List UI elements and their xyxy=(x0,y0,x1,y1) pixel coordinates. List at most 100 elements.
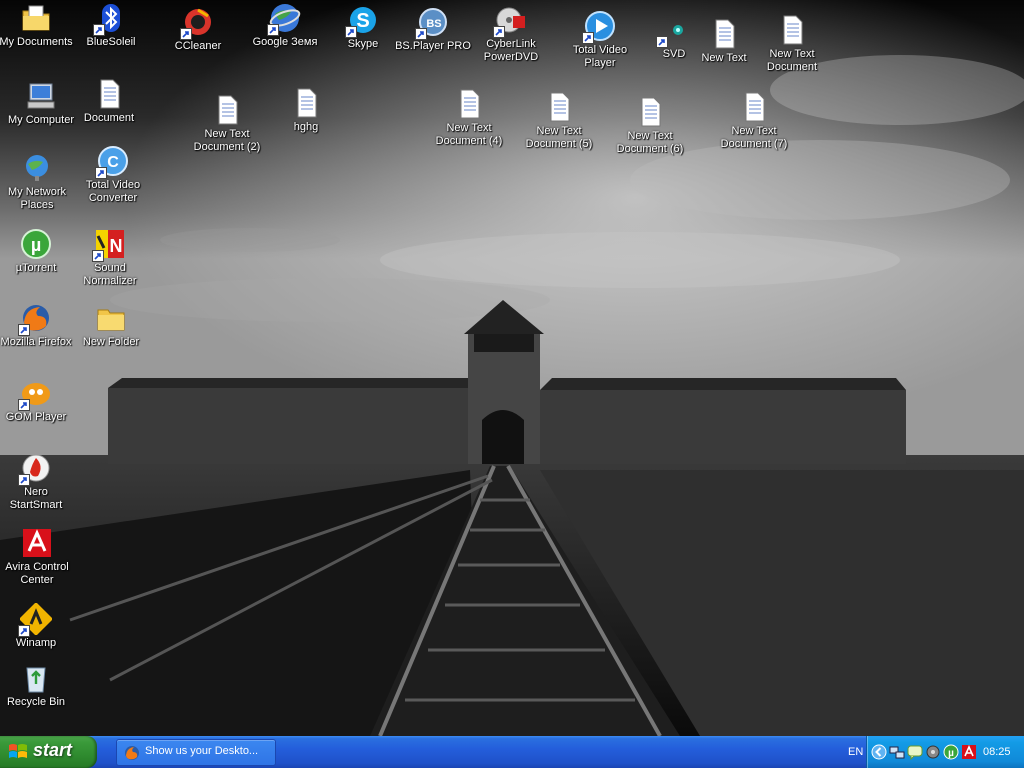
svg-text:µ: µ xyxy=(31,235,41,255)
powerdvd-icon xyxy=(493,4,527,38)
desktop-icon-bsplayer[interactable]: BS BS.Player PRO xyxy=(393,6,473,53)
desktop-icon-total-video-player[interactable]: Total Video Player xyxy=(560,10,640,70)
text-document-icon xyxy=(776,14,808,46)
windows-logo-icon xyxy=(8,743,28,761)
svg-text:BS: BS xyxy=(426,18,441,30)
desktop-icon-new-text-document-6[interactable]: New Text Document (6) xyxy=(610,96,690,156)
text-document-icon xyxy=(543,91,575,123)
shortcut-arrow-icon xyxy=(92,250,104,262)
icon-label: My Network Places xyxy=(7,186,67,211)
avira-tray-icon[interactable] xyxy=(961,744,977,760)
clock[interactable]: 08:25 xyxy=(983,746,1011,758)
icon-label: Mozilla Firefox xyxy=(0,336,72,348)
icon-label: µTorrent xyxy=(15,262,57,274)
icon-label: CCleaner xyxy=(174,40,222,52)
desktop-icon-my-network-places[interactable]: My Network Places xyxy=(0,152,77,212)
language-indicator[interactable]: EN xyxy=(848,746,863,758)
text-document-icon xyxy=(453,88,485,120)
gom-player-icon xyxy=(18,377,52,411)
icon-label: Total Video Converter xyxy=(85,179,141,204)
text-document-icon xyxy=(93,78,125,110)
my-computer-icon xyxy=(25,80,57,112)
icon-label: Google Земя xyxy=(252,36,318,48)
icon-label: New Folder xyxy=(82,336,140,348)
network-connection-icon[interactable] xyxy=(889,744,905,760)
sound-normalizer-icon: N xyxy=(92,228,126,262)
desktop-icon-new-text-document-7[interactable]: New Text Document (7) xyxy=(714,91,794,151)
winamp-icon xyxy=(18,603,52,637)
desktop-icon-utorrent[interactable]: µ µTorrent xyxy=(0,228,76,275)
folder-icon xyxy=(95,302,127,334)
desktop-icon-gom-player[interactable]: GOM Player xyxy=(0,377,76,424)
show-hidden-icons-chevron-icon[interactable] xyxy=(871,744,887,760)
shortcut-arrow-icon xyxy=(18,625,30,637)
shortcut-arrow-icon xyxy=(18,474,30,486)
desktop-icon-skype[interactable]: S Skype xyxy=(323,4,403,51)
shortcut-arrow-icon xyxy=(345,26,357,38)
start-label: start xyxy=(33,740,73,760)
shortcut-arrow-icon xyxy=(18,399,30,411)
messenger-icon[interactable] xyxy=(907,744,923,761)
desktop-icon-winamp[interactable]: Winamp xyxy=(0,603,76,650)
shortcut-arrow-icon xyxy=(656,36,668,48)
text-document-icon xyxy=(738,91,770,123)
utorrent-icon: µ xyxy=(20,228,52,260)
bluetooth-icon xyxy=(93,2,127,36)
start-button[interactable]: start xyxy=(0,736,97,768)
svg-text:N: N xyxy=(110,236,123,256)
desktop-icon-nero-startsmart[interactable]: Nero StartSmart xyxy=(0,452,76,512)
icon-label: New Text Document (6) xyxy=(616,130,684,155)
shortcut-arrow-icon xyxy=(180,28,192,40)
icon-label: Winamp xyxy=(15,637,57,649)
shortcut-arrow-icon xyxy=(582,32,594,44)
icon-label: My Documents xyxy=(0,36,73,48)
icon-label: New Text Document xyxy=(766,48,818,73)
shortcut-arrow-icon xyxy=(415,28,427,40)
taskbar-item-label: Show us your Deskto... xyxy=(145,745,259,757)
icon-label: Nero StartSmart xyxy=(9,486,63,511)
icon-label: Recycle Bin xyxy=(6,696,66,708)
audio-device-icon[interactable] xyxy=(925,744,941,760)
desktop-icon-my-documents[interactable]: My Documents xyxy=(0,2,76,49)
shortcut-arrow-icon xyxy=(267,24,279,36)
desktop-icon-bluesoleil[interactable]: BlueSoleil xyxy=(71,2,151,49)
shortcut-arrow-icon xyxy=(95,167,107,179)
network-places-icon xyxy=(21,152,53,184)
desktop-icon-cyberlink-powerdvd[interactable]: CyberLink PowerDVD xyxy=(471,4,551,64)
desktop-icon-sound-normalizer[interactable]: N Sound Normalizer xyxy=(70,228,150,288)
desktop-icon-document[interactable]: Document xyxy=(69,78,149,125)
icon-label: New Text Document (7) xyxy=(720,125,788,150)
svg-text:S: S xyxy=(356,10,369,32)
icon-label: Avira Control Center xyxy=(5,561,69,586)
desktop-icon-hghg[interactable]: hghg xyxy=(266,87,346,134)
desktop-icon-mozilla-firefox[interactable]: Mozilla Firefox xyxy=(0,302,76,349)
desktop-icon-google-earth[interactable]: Google Земя xyxy=(245,2,325,49)
desktop-icon-avira-control-center[interactable]: Avira Control Center xyxy=(0,527,77,587)
desktop-icon-new-text-document-2[interactable]: New Text Document (2) xyxy=(187,94,267,154)
icon-label: CyberLink PowerDVD xyxy=(483,38,539,63)
text-document-icon xyxy=(290,87,322,119)
desktop-icon-new-text-document-5[interactable]: New Text Document (5) xyxy=(519,91,599,151)
text-document-icon xyxy=(708,18,740,50)
svg-text:C: C xyxy=(107,154,119,171)
google-earth-icon xyxy=(267,2,301,36)
desktop-icon-recycle-bin[interactable]: Recycle Bin xyxy=(0,662,76,709)
taskbar-item-firefox[interactable]: Show us your Deskto... xyxy=(116,739,276,766)
firefox-icon xyxy=(18,302,52,336)
desktop-icon-total-video-converter[interactable]: C Total Video Converter xyxy=(73,145,153,205)
desktop-icon-new-text-document-4[interactable]: New Text Document (4) xyxy=(429,88,509,148)
icon-label: New Text Document (5) xyxy=(525,125,593,150)
icon-label: Document xyxy=(83,112,135,124)
icon-label: New Text Document (2) xyxy=(193,128,261,153)
icon-label: Total Video Player xyxy=(572,44,628,69)
desktop-icon-new-text-document[interactable]: New Text Document xyxy=(752,14,832,74)
total-video-converter-icon: C xyxy=(95,145,129,179)
avira-icon xyxy=(21,527,53,559)
icon-label: New Text Document (4) xyxy=(435,122,503,147)
shortcut-arrow-icon xyxy=(18,324,30,336)
icon-label: BS.Player PRO xyxy=(395,40,471,52)
system-tray: µ 08:25 xyxy=(866,736,1024,768)
desktop-icon-new-folder[interactable]: New Folder xyxy=(71,302,151,349)
utorrent-tray-icon[interactable]: µ xyxy=(943,744,959,760)
desktop-icon-ccleaner[interactable]: CCleaner xyxy=(158,6,238,53)
